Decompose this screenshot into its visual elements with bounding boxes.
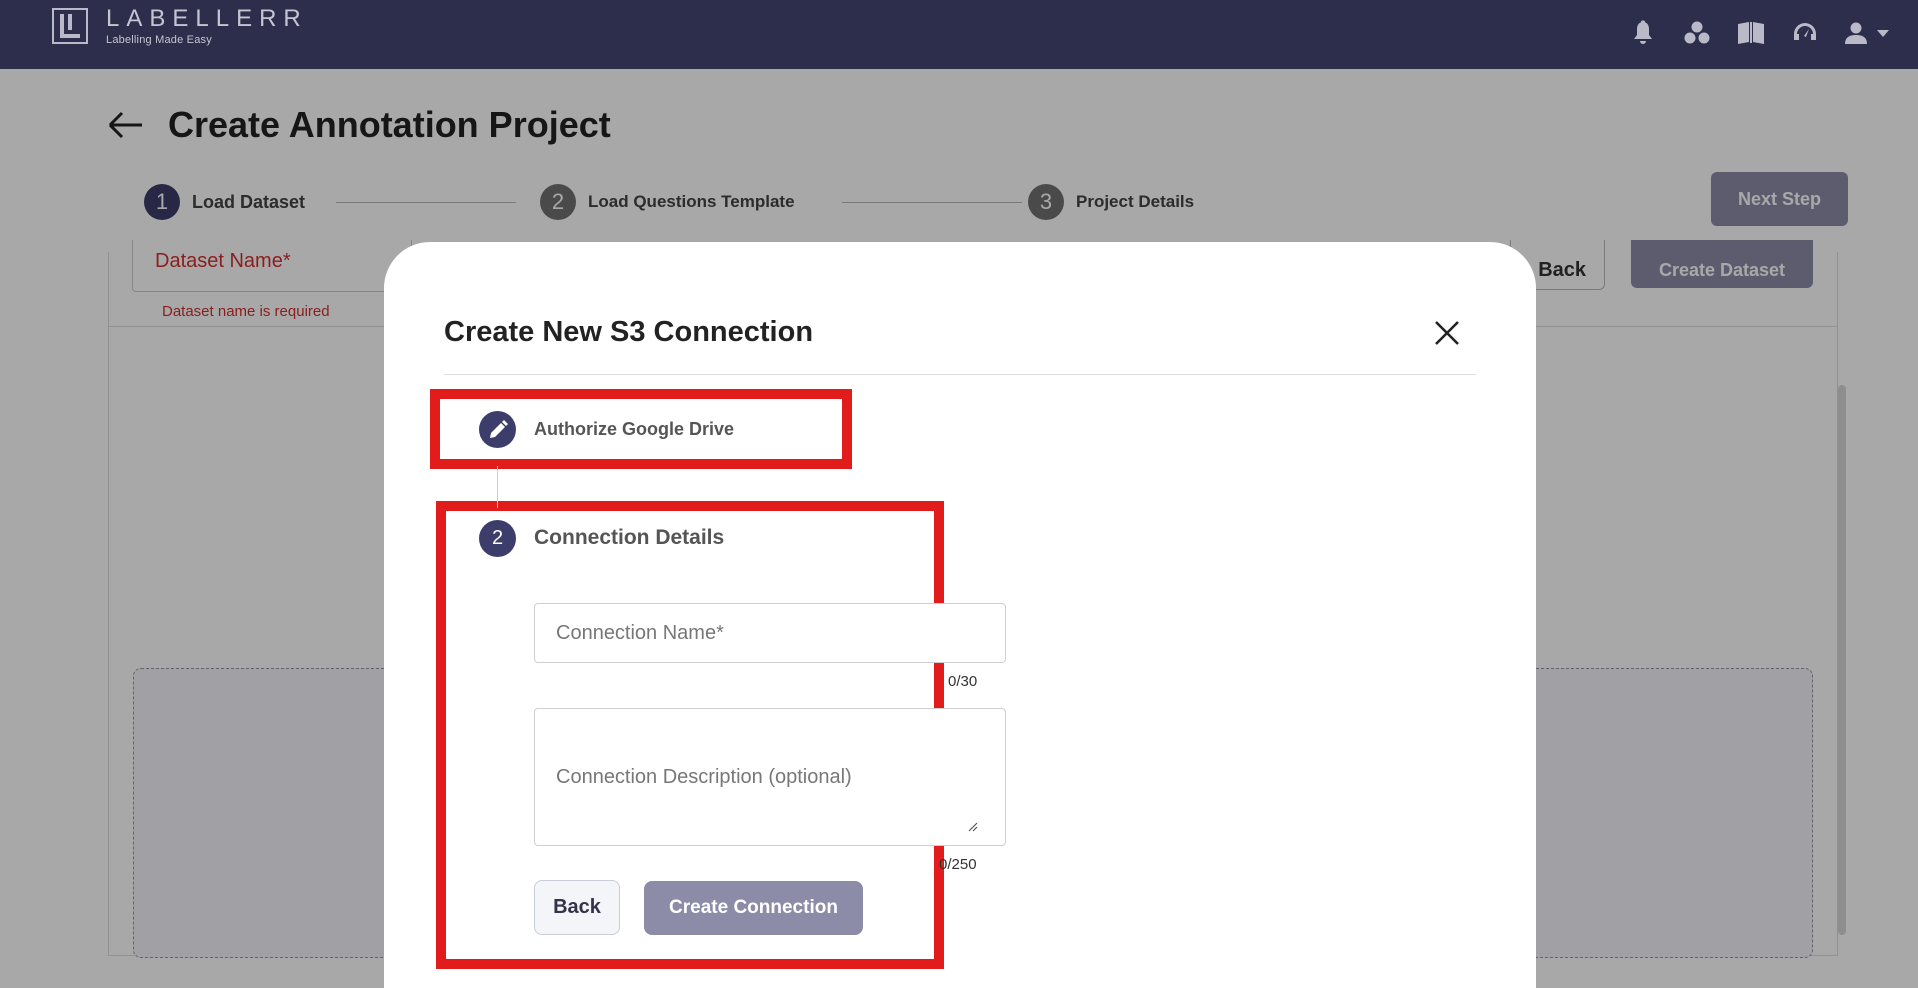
brand-logo[interactable]: LABELLERR Labelling Made Easy [52,6,308,46]
connection-name-input[interactable] [534,603,1006,663]
modal-title: Create New S3 Connection [444,316,814,348]
speed-icon[interactable] [1790,18,1820,48]
create-connection-button[interactable]: Create Connection [644,881,863,935]
brand-name: LABELLERR [106,5,308,32]
close-icon[interactable] [1430,316,1464,350]
s3-connection-modal: Create New S3 Connection Authorize Googl… [384,242,1536,988]
connection-description-input[interactable] [534,708,1006,846]
edit-icon [479,411,516,448]
vertical-step-connector [497,466,498,508]
modal-divider [444,374,1476,375]
apps-icon[interactable] [1682,18,1712,48]
book-icon[interactable] [1736,18,1766,48]
connection-name-counter: 0/30 [948,673,978,690]
step-number: 2 [479,520,516,557]
top-nav: LABELLERR Labelling Made Easy [0,0,1918,69]
back-button[interactable]: Back [534,880,620,935]
resize-handle-icon[interactable] [966,819,978,832]
logo-icon [52,8,88,44]
user-icon[interactable] [1844,18,1890,48]
bell-icon[interactable] [1628,18,1658,48]
nav-icons [1628,18,1890,48]
brand-tagline: Labelling Made Easy [106,34,212,46]
dropdown-arrow-icon [1877,30,1889,37]
step-connection-details: Connection Details [534,526,725,549]
step-authorize-google-drive[interactable]: Authorize Google Drive [534,419,734,440]
connection-description-counter: 0/250 [939,856,977,873]
